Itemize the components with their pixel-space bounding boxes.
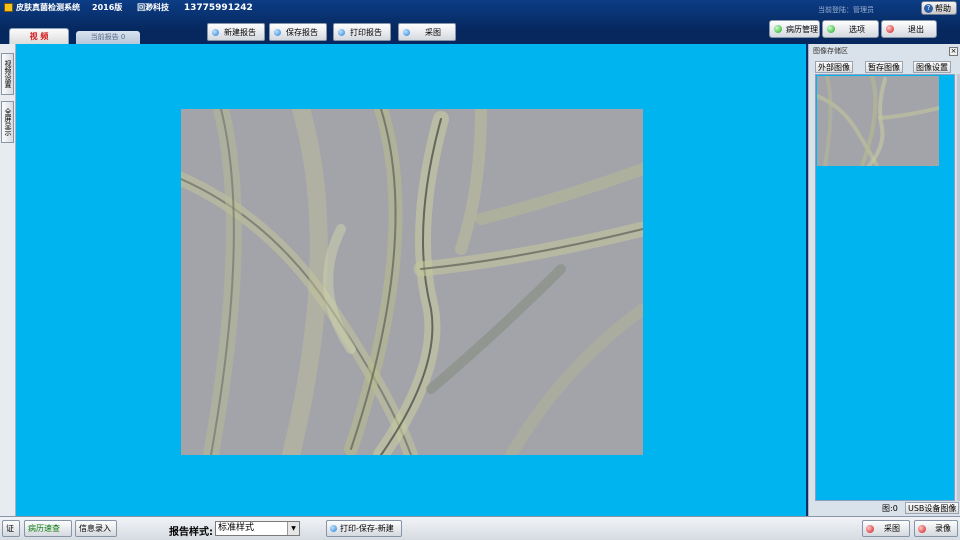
tab-current-report[interactable]: 当前报告 0 — [76, 31, 140, 44]
exit-button[interactable]: 退出 — [881, 20, 937, 38]
info-entry-button[interactable]: 信息录入 — [75, 520, 117, 537]
external-image-button[interactable]: 外部图像 — [815, 61, 853, 73]
thumbnail-image — [817, 76, 939, 166]
report-style-label: 报告样式: — [169, 527, 213, 538]
save-report-label: 保存报告 — [286, 27, 318, 37]
app-logo-icon — [4, 3, 13, 12]
print-save-new-label: 打印-保存-新建 — [340, 524, 394, 533]
phone-number: 13775991242 — [183, 3, 253, 13]
save-report-icon — [274, 28, 281, 36]
image-storage-panel: 图像存储区 × 外部图像 暂存图像 图像设置 图:0 USB设备图像 — [808, 44, 960, 516]
record-button[interactable]: 录像 — [914, 520, 958, 537]
print-report-button[interactable]: 打印报告 — [333, 23, 391, 41]
left-tool-strip: 视频设置 全屏显示 — [0, 44, 16, 516]
exit-icon — [886, 25, 894, 33]
microscope-image — [181, 109, 643, 455]
capture-icon — [403, 28, 410, 36]
image-thumbnail-list[interactable] — [815, 74, 955, 501]
fullscreen-button[interactable]: 全屏显示 — [1, 101, 14, 143]
records-label: 病历管理 — [786, 24, 818, 34]
new-report-icon — [212, 28, 219, 36]
close-icon[interactable]: × — [949, 47, 958, 56]
print-save-new-icon — [330, 525, 337, 532]
report-style-value: 标准样式 — [218, 523, 255, 533]
print-save-new-button[interactable]: 打印-保存-新建 — [326, 520, 402, 537]
record-icon — [918, 524, 926, 533]
bottom-bar: 证 病历速查 信息录入 报告样式: 标准样式 ▼ 打印-保存-新建 采图 录像 — [0, 516, 960, 540]
usb-image-button[interactable]: USB设备图像 — [905, 502, 960, 514]
report-style-select[interactable]: 标准样式 ▼ — [215, 521, 300, 536]
chevron-down-icon: ▼ — [287, 522, 299, 535]
capture-button[interactable]: 采图 — [398, 23, 456, 41]
help-label: 帮助 — [935, 3, 951, 13]
capture-label: 采图 — [425, 27, 441, 37]
print-report-icon — [338, 28, 345, 36]
image-thumbnail[interactable] — [817, 76, 939, 166]
app-name: 皮肤真菌检测系统 — [16, 3, 80, 12]
video-settings-button[interactable]: 视频设置 — [1, 53, 14, 95]
help-button[interactable]: ? 帮助 — [921, 1, 957, 15]
new-report-button[interactable]: 新建报告 — [207, 23, 265, 41]
options-label: 选项 — [849, 24, 865, 34]
image-panel-title: 图像存储区 — [813, 47, 848, 55]
bottom-capture-icon — [866, 524, 874, 533]
video-view[interactable] — [16, 44, 806, 516]
print-report-label: 打印报告 — [350, 27, 382, 37]
exit-label: 退出 — [908, 24, 924, 34]
image-settings-label: 图像设置 — [916, 62, 948, 72]
help-icon: ? — [924, 3, 933, 13]
records-icon — [774, 25, 782, 33]
options-button[interactable]: 选项 — [822, 20, 879, 38]
record-label: 录像 — [935, 524, 951, 533]
image-count: 图:0 — [882, 503, 898, 513]
records-management-button[interactable]: 病历管理 — [769, 20, 820, 38]
bottom-capture-label: 采图 — [884, 524, 900, 533]
company-name: 回渺科技 — [137, 3, 170, 12]
window-title: 皮肤真菌检测系统 2016版 回渺科技 13775991242 — [16, 2, 265, 13]
quick-check-button[interactable]: 病历速查 — [24, 520, 72, 537]
app-version: 2016版 — [92, 3, 123, 12]
current-user: 当前登陆：管理员 — [818, 6, 874, 14]
temp-image-button[interactable]: 暂存图像 — [865, 61, 903, 73]
bottom-capture-button[interactable]: 采图 — [862, 520, 910, 537]
temp-image-label: 暂存图像 — [868, 62, 900, 72]
cert-button[interactable]: 证 — [2, 520, 20, 537]
options-icon — [827, 25, 835, 33]
fungal-hyphae-image — [181, 109, 643, 455]
new-report-label: 新建报告 — [224, 27, 256, 37]
image-settings-button[interactable]: 图像设置 — [913, 61, 951, 73]
save-report-button[interactable]: 保存报告 — [269, 23, 327, 41]
external-image-label: 外部图像 — [818, 62, 850, 72]
tab-video[interactable]: 视 频 — [9, 28, 69, 44]
